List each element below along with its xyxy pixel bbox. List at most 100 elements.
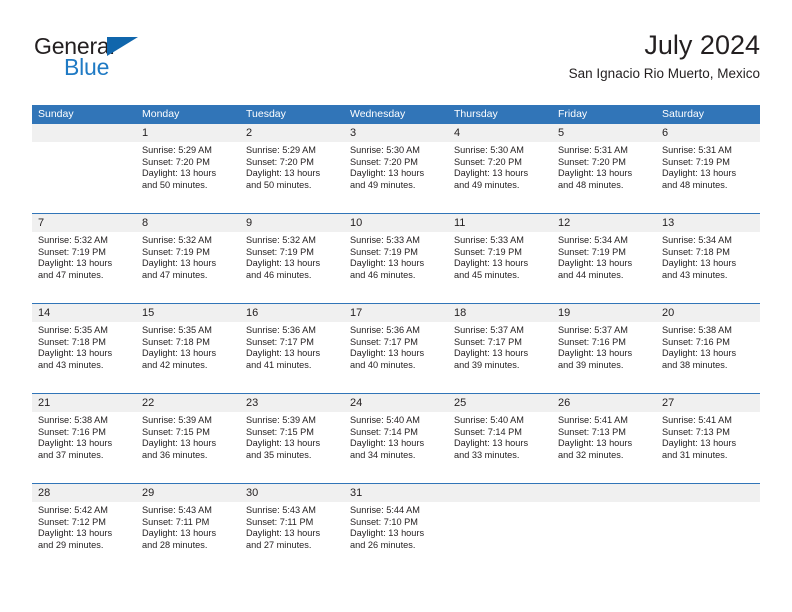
day-cell[interactable]: Sunrise: 5:38 AM Sunset: 7:16 PM Dayligh… [32, 412, 136, 483]
day-cell[interactable]: Sunrise: 5:39 AM Sunset: 7:15 PM Dayligh… [136, 412, 240, 483]
daylight-text-line1: Daylight: 13 hours [142, 528, 217, 539]
day-number[interactable]: 29 [136, 484, 240, 502]
day-number[interactable]: 16 [240, 304, 344, 322]
daylight-text-line2: and 29 minutes. [38, 539, 104, 550]
day-cell[interactable]: Sunrise: 5:43 AM Sunset: 7:11 PM Dayligh… [136, 502, 240, 573]
day-number[interactable]: 27 [656, 394, 760, 412]
day-number[interactable]: 1 [136, 124, 240, 142]
sunrise-text: Sunrise: 5:34 AM [662, 235, 732, 245]
day-cell[interactable]: Sunrise: 5:30 AM Sunset: 7:20 PM Dayligh… [344, 142, 448, 213]
daylight-text-line1: Daylight: 13 hours [558, 348, 633, 359]
daylight-text-line2: and 46 minutes. [350, 269, 416, 280]
day-number[interactable]: 5 [552, 124, 656, 142]
day-cell[interactable]: Sunrise: 5:44 AM Sunset: 7:10 PM Dayligh… [344, 502, 448, 573]
general-blue-logo[interactable]: General Blue [32, 34, 242, 86]
daylight-text-line2: and 43 minutes. [38, 359, 104, 370]
day-number[interactable]: 7 [32, 214, 136, 232]
day-number[interactable]: 31 [344, 484, 448, 502]
day-cell[interactable]: Sunrise: 5:33 AM Sunset: 7:19 PM Dayligh… [448, 232, 552, 303]
day-number[interactable]: 4 [448, 124, 552, 142]
day-number-band: 7 8 9 10 11 12 13 [32, 214, 760, 232]
day-cell[interactable]: Sunrise: 5:39 AM Sunset: 7:15 PM Dayligh… [240, 412, 344, 483]
day-cell[interactable] [32, 142, 136, 213]
daylight-text-line1: Daylight: 13 hours [142, 168, 217, 179]
day-number[interactable]: 12 [552, 214, 656, 232]
daylight-text-line2: and 49 minutes. [454, 179, 520, 190]
day-cell[interactable]: Sunrise: 5:32 AM Sunset: 7:19 PM Dayligh… [136, 232, 240, 303]
day-number[interactable]: 17 [344, 304, 448, 322]
day-cell[interactable]: Sunrise: 5:37 AM Sunset: 7:17 PM Dayligh… [448, 322, 552, 393]
day-number[interactable]: 26 [552, 394, 656, 412]
page-title: July 2024 [644, 30, 760, 60]
day-number[interactable]: 30 [240, 484, 344, 502]
day-cell[interactable]: Sunrise: 5:36 AM Sunset: 7:17 PM Dayligh… [344, 322, 448, 393]
day-cell[interactable]: Sunrise: 5:42 AM Sunset: 7:12 PM Dayligh… [32, 502, 136, 573]
day-number[interactable] [448, 484, 552, 502]
day-number[interactable]: 13 [656, 214, 760, 232]
daylight-text-line1: Daylight: 13 hours [246, 438, 321, 449]
weekday-header-thursday: Thursday [454, 108, 498, 120]
sunset-text: Sunset: 7:20 PM [454, 156, 522, 167]
day-number[interactable]: 11 [448, 214, 552, 232]
day-number[interactable]: 2 [240, 124, 344, 142]
day-number[interactable]: 25 [448, 394, 552, 412]
day-number[interactable]: 9 [240, 214, 344, 232]
day-number[interactable] [552, 484, 656, 502]
calendar-grid: Sunday Monday Tuesday Wednesday Thursday… [32, 105, 760, 573]
day-number[interactable]: 18 [448, 304, 552, 322]
day-number[interactable]: 22 [136, 394, 240, 412]
day-number[interactable]: 3 [344, 124, 448, 142]
day-cell[interactable]: Sunrise: 5:43 AM Sunset: 7:11 PM Dayligh… [240, 502, 344, 573]
day-content-row: Sunrise: 5:38 AM Sunset: 7:16 PM Dayligh… [32, 412, 760, 483]
day-cell[interactable]: Sunrise: 5:41 AM Sunset: 7:13 PM Dayligh… [552, 412, 656, 483]
day-cell[interactable] [552, 502, 656, 573]
day-content-row: Sunrise: 5:32 AM Sunset: 7:19 PM Dayligh… [32, 232, 760, 303]
day-cell[interactable]: Sunrise: 5:30 AM Sunset: 7:20 PM Dayligh… [448, 142, 552, 213]
day-cell[interactable]: Sunrise: 5:40 AM Sunset: 7:14 PM Dayligh… [344, 412, 448, 483]
day-cell[interactable]: Sunrise: 5:31 AM Sunset: 7:19 PM Dayligh… [656, 142, 760, 213]
day-cell[interactable]: Sunrise: 5:36 AM Sunset: 7:17 PM Dayligh… [240, 322, 344, 393]
sunrise-text: Sunrise: 5:38 AM [38, 415, 108, 425]
day-cell[interactable]: Sunrise: 5:33 AM Sunset: 7:19 PM Dayligh… [344, 232, 448, 303]
day-number[interactable]: 21 [32, 394, 136, 412]
day-cell[interactable] [448, 502, 552, 573]
day-content-row: Sunrise: 5:29 AM Sunset: 7:20 PM Dayligh… [32, 142, 760, 213]
daylight-text-line1: Daylight: 13 hours [350, 168, 425, 179]
day-cell[interactable]: Sunrise: 5:34 AM Sunset: 7:18 PM Dayligh… [656, 232, 760, 303]
day-number[interactable]: 14 [32, 304, 136, 322]
daylight-text-line2: and 47 minutes. [142, 269, 208, 280]
day-number[interactable]: 24 [344, 394, 448, 412]
sunrise-text: Sunrise: 5:30 AM [454, 145, 524, 155]
day-cell[interactable]: Sunrise: 5:38 AM Sunset: 7:16 PM Dayligh… [656, 322, 760, 393]
day-cell[interactable]: Sunrise: 5:32 AM Sunset: 7:19 PM Dayligh… [240, 232, 344, 303]
day-cell[interactable] [656, 502, 760, 573]
sunrise-text: Sunrise: 5:42 AM [38, 505, 108, 515]
sunset-text: Sunset: 7:19 PM [350, 246, 418, 257]
day-cell[interactable]: Sunrise: 5:34 AM Sunset: 7:19 PM Dayligh… [552, 232, 656, 303]
day-number[interactable] [32, 124, 136, 142]
calendar-week-row: 21 22 23 24 25 26 27 Sunrise: 5:38 AM Su… [32, 394, 760, 484]
daylight-text-line1: Daylight: 13 hours [662, 438, 737, 449]
day-cell[interactable]: Sunrise: 5:40 AM Sunset: 7:14 PM Dayligh… [448, 412, 552, 483]
daylight-text-line2: and 39 minutes. [558, 359, 624, 370]
day-cell[interactable]: Sunrise: 5:32 AM Sunset: 7:19 PM Dayligh… [32, 232, 136, 303]
day-number[interactable]: 23 [240, 394, 344, 412]
day-number[interactable]: 15 [136, 304, 240, 322]
day-number[interactable]: 8 [136, 214, 240, 232]
daylight-text-line1: Daylight: 13 hours [246, 348, 321, 359]
day-number[interactable]: 6 [656, 124, 760, 142]
day-cell[interactable]: Sunrise: 5:29 AM Sunset: 7:20 PM Dayligh… [136, 142, 240, 213]
day-cell[interactable]: Sunrise: 5:35 AM Sunset: 7:18 PM Dayligh… [32, 322, 136, 393]
day-cell[interactable]: Sunrise: 5:37 AM Sunset: 7:16 PM Dayligh… [552, 322, 656, 393]
day-number[interactable] [656, 484, 760, 502]
day-cell[interactable]: Sunrise: 5:35 AM Sunset: 7:18 PM Dayligh… [136, 322, 240, 393]
day-number[interactable]: 19 [552, 304, 656, 322]
day-cell[interactable]: Sunrise: 5:31 AM Sunset: 7:20 PM Dayligh… [552, 142, 656, 213]
day-cell[interactable]: Sunrise: 5:41 AM Sunset: 7:13 PM Dayligh… [656, 412, 760, 483]
daylight-text-line1: Daylight: 13 hours [350, 438, 425, 449]
day-cell[interactable]: Sunrise: 5:29 AM Sunset: 7:20 PM Dayligh… [240, 142, 344, 213]
day-number[interactable]: 28 [32, 484, 136, 502]
sunrise-text: Sunrise: 5:32 AM [246, 235, 316, 245]
day-number[interactable]: 20 [656, 304, 760, 322]
day-number[interactable]: 10 [344, 214, 448, 232]
